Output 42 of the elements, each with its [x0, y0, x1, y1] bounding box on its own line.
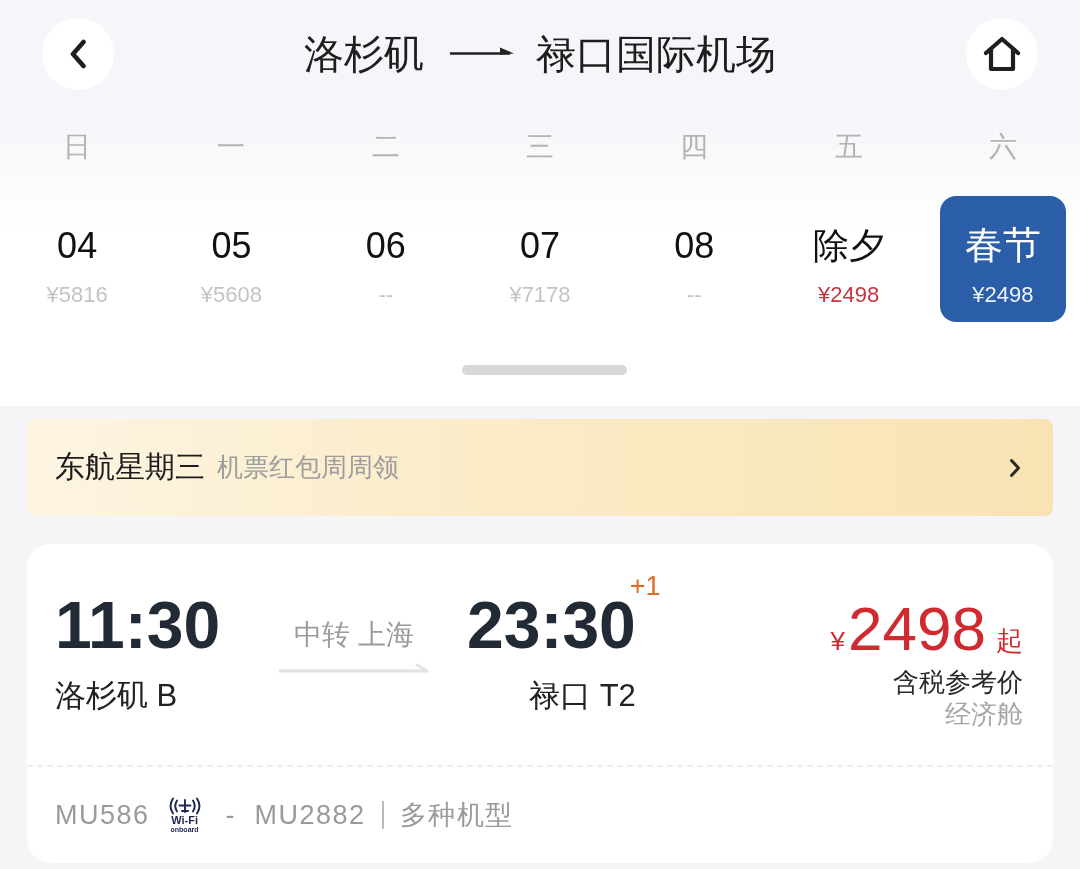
- flight-number: MU2882: [254, 799, 366, 832]
- currency-symbol: ¥: [830, 626, 846, 657]
- departure-time: 11:30: [55, 593, 222, 657]
- fare-price: --: [686, 281, 702, 309]
- segment-separator: -: [225, 799, 235, 832]
- flight-number: MU586: [55, 799, 150, 832]
- date-tab[interactable]: 春节 ¥2498: [939, 196, 1066, 322]
- weekday-label: 日: [63, 130, 92, 164]
- drag-handle[interactable]: [462, 365, 627, 375]
- weekday-label: 六: [988, 130, 1017, 164]
- arrival-airport: 禄口 T2: [529, 677, 636, 715]
- transfer-info: 中转 上海: [293, 618, 415, 652]
- fare-price: ¥2498: [817, 281, 880, 309]
- weekday-label: 三: [526, 130, 554, 164]
- promo-banner[interactable]: 东航星期三 机票红包周周领: [27, 419, 1053, 516]
- weekday-label: 二: [371, 130, 400, 164]
- home-icon: [982, 35, 1022, 73]
- weekday-label: 一: [217, 130, 246, 164]
- destination-airport: 禄口国际机场: [536, 31, 776, 78]
- fare-price: ¥7178: [509, 281, 571, 309]
- fare-price: ¥5608: [200, 281, 262, 309]
- chevron-right-icon: [1009, 457, 1021, 478]
- aircraft-type: 多种机型: [399, 799, 514, 832]
- tax-note: 含税参考价: [893, 666, 1023, 698]
- weekday-label: 四: [680, 130, 709, 164]
- date-tab[interactable]: 除夕 ¥2498: [785, 196, 912, 322]
- fare-price: ¥5816: [46, 281, 108, 309]
- departure-airport: 洛杉矶 B: [55, 677, 179, 715]
- date-tab[interactable]: 06 --: [322, 196, 449, 322]
- price-suffix: 起: [996, 625, 1023, 658]
- fare-amount: 2498: [848, 598, 986, 660]
- date-tab[interactable]: 07 ¥7178: [477, 196, 603, 322]
- fare-price: ¥2498: [972, 281, 1034, 309]
- date-tab[interactable]: 08 --: [631, 196, 758, 322]
- date-tab[interactable]: 04 ¥5816: [14, 196, 141, 322]
- origin-city: 洛杉矶: [304, 31, 424, 78]
- fare-price: --: [378, 281, 394, 309]
- route-arrow-icon: [450, 45, 514, 55]
- back-icon: [69, 39, 87, 69]
- date-tab[interactable]: 05 ¥5608: [168, 196, 295, 322]
- cabin-class: 经济舱: [945, 698, 1023, 730]
- weekday-label: 五: [834, 130, 863, 164]
